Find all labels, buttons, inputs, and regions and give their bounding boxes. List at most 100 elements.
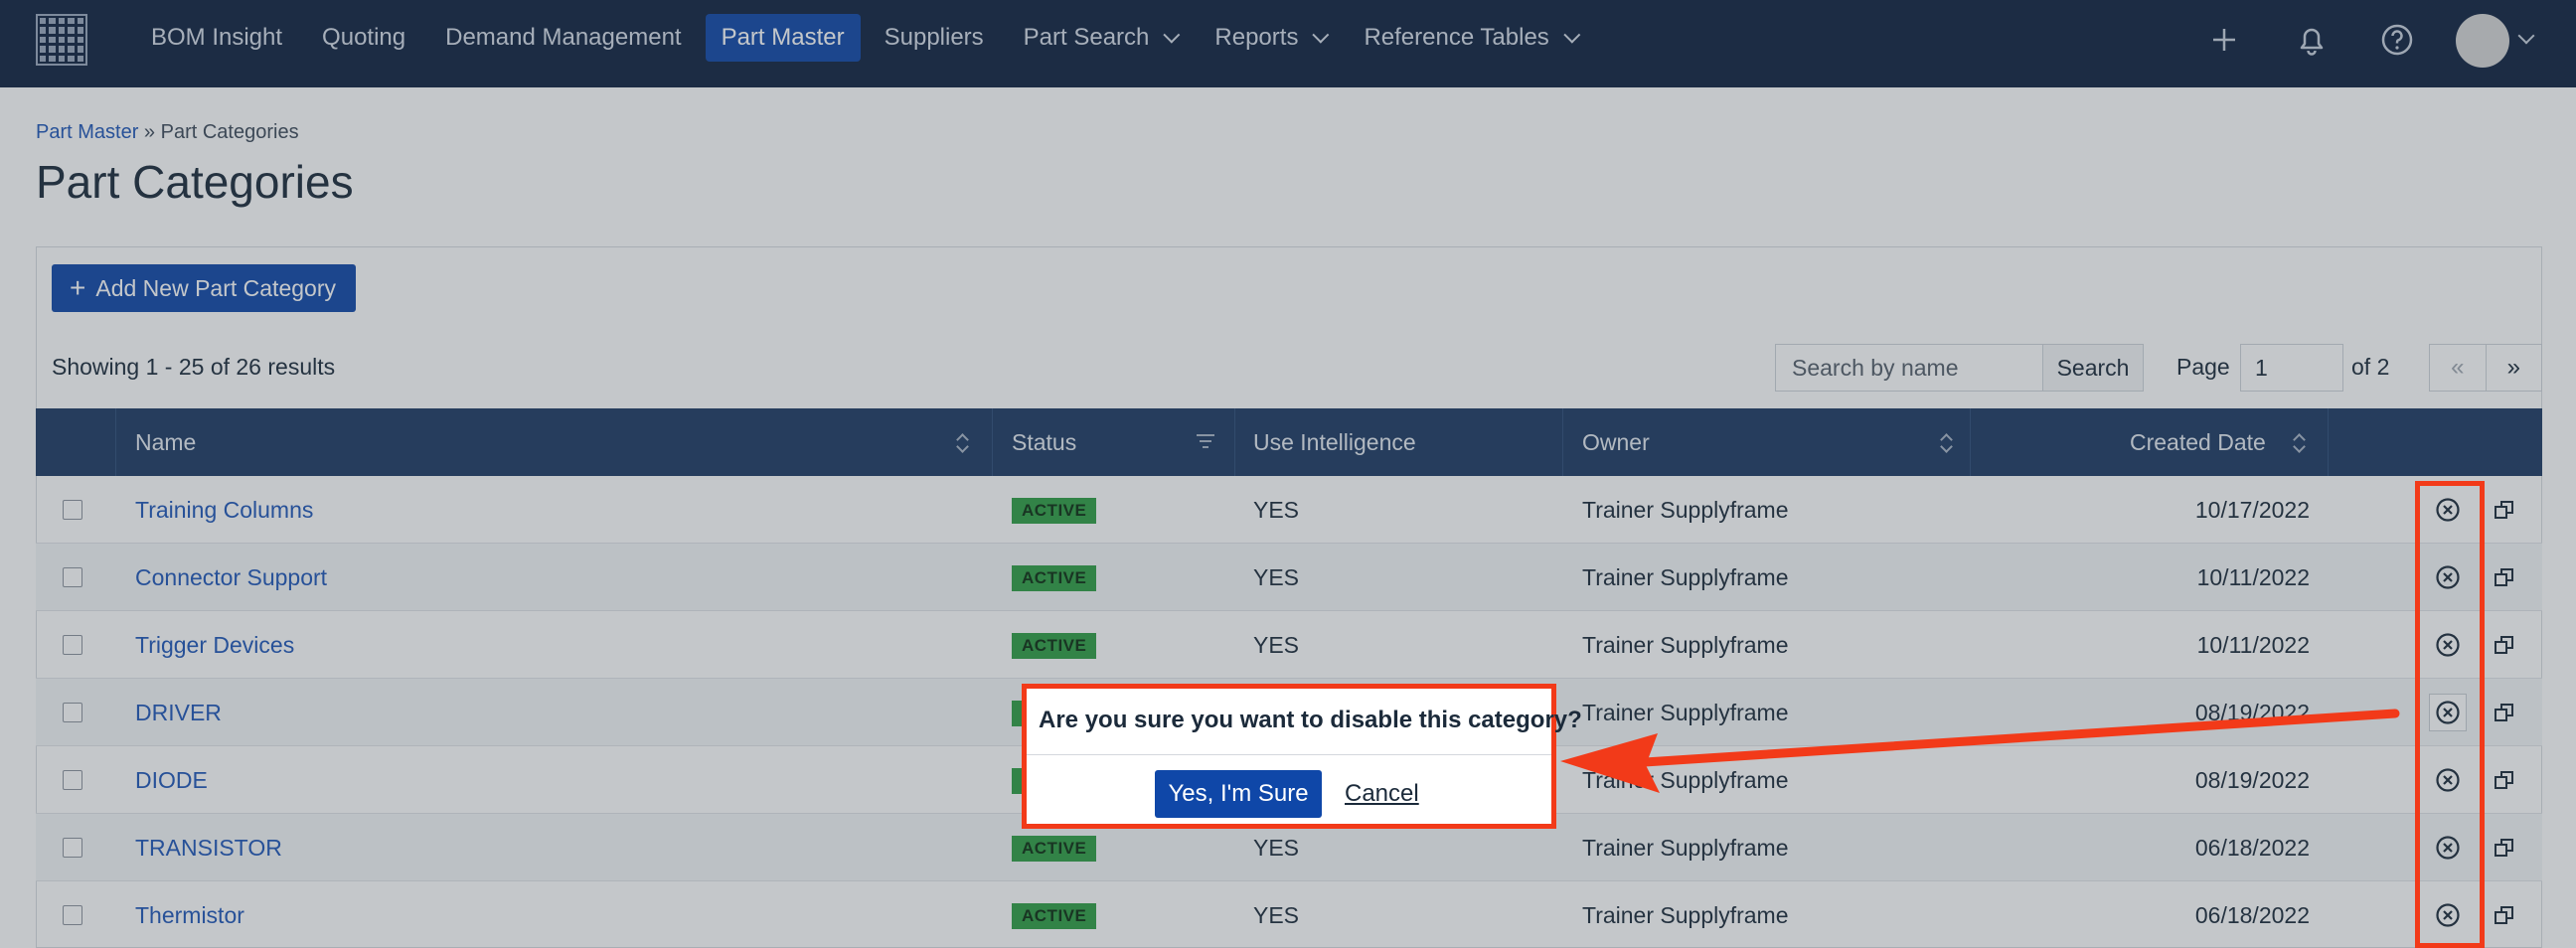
duplicate-icon[interactable] [2486,694,2523,731]
category-name-link[interactable]: TRANSISTOR [135,814,282,881]
status-badge: ACTIVE [1012,498,1097,524]
created-date-value: 10/11/2022 [2196,632,2310,658]
row-checkbox[interactable] [63,635,82,655]
row-checkbox[interactable] [63,567,82,587]
nav-item-label: BOM Insight [151,24,283,51]
avatar[interactable] [2456,14,2509,68]
column-header-status[interactable]: Status [1012,408,1076,476]
breadcrumb: Part Master » Part Categories [36,121,299,144]
nav-item-quoting[interactable]: Quoting [306,14,421,62]
column-divider [115,408,116,476]
use-intelligence-value: YES [1253,632,1300,658]
status-badge: ACTIVE [1012,903,1097,929]
nav-item-part-master[interactable]: Part Master [705,14,861,62]
owner-value: Trainer Supplyframe [1582,564,1789,590]
table-row: Training Columns ACTIVE YES Trainer Supplyf… [36,476,2542,544]
created-date-value: 06/18/2022 [2194,835,2310,861]
nav-item-bom-insight[interactable]: BOM Insight [135,14,298,62]
table-header: Name Status Use Intelligence Owner Creat… [36,408,2542,476]
nav-item-reports[interactable]: Reports [1199,14,1340,62]
confirm-dialog-question: Are you sure you want to disable this ca… [1039,707,1582,733]
nav-item-label: Part Master [721,24,845,51]
category-name-link[interactable]: DIODE [135,746,208,814]
duplicate-icon[interactable] [2486,761,2523,799]
use-intelligence-value: YES [1253,564,1300,590]
grid-logo-icon[interactable] [36,14,87,66]
nav-item-part-search[interactable]: Part Search [1008,14,1192,62]
duplicate-icon[interactable] [2486,626,2523,664]
nav-item-label: Quoting [322,24,406,51]
status-badge: ACTIVE [1012,633,1097,659]
category-name-link[interactable]: Connector Support [135,544,327,611]
table-row: Thermistor ACTIVE YES Trainer Supplyframe 06… [36,881,2542,948]
category-name-link[interactable]: Training Columns [135,476,313,544]
row-checkbox[interactable] [63,703,82,722]
chevron-down-icon [1163,26,1181,44]
nav-item-label: Reports [1214,24,1299,51]
breadcrumb-separator: » [143,121,156,143]
divider [1027,754,1551,755]
row-checkbox[interactable] [63,905,82,925]
nav-item-suppliers[interactable]: Suppliers [869,14,1000,62]
nav-item-label: Part Search [1023,24,1150,51]
column-divider [1234,408,1235,476]
plus-icon[interactable] [2204,20,2244,60]
row-checkbox[interactable] [63,500,82,520]
prev-page-button[interactable]: « [2430,345,2487,391]
cancel-link[interactable]: Cancel [1345,780,1419,808]
sort-icon[interactable] [2294,434,2306,452]
breadcrumb-part-master-link[interactable]: Part Master [36,121,138,143]
add-part-category-label: Add New Part Category [95,274,336,301]
duplicate-icon[interactable] [2486,491,2523,529]
nav-item-demand-management[interactable]: Demand Management [429,14,697,62]
owner-value: Trainer Supplyframe [1582,497,1789,523]
column-header-owner[interactable]: Owner [1582,408,1650,476]
search-group: Search [1775,344,2144,392]
bell-icon[interactable] [2292,20,2332,60]
column-header-use-intelligence[interactable]: Use Intelligence [1253,408,1416,476]
owner-value: Trainer Supplyframe [1582,902,1789,928]
chevron-down-icon [1563,26,1581,44]
pager: « » [2429,344,2542,392]
column-divider [1970,408,1971,476]
column-divider [2328,408,2329,476]
category-name-link[interactable]: Trigger Devices [135,611,294,679]
sort-icon[interactable] [1941,434,1953,452]
page-number-input[interactable] [2240,344,2343,392]
duplicate-icon[interactable] [2486,558,2523,596]
nav-item-reference-tables[interactable]: Reference Tables [1348,14,1590,62]
category-name-link[interactable]: DRIVER [135,679,222,746]
status-badge: ACTIVE [1012,836,1097,862]
top-nav: BOM Insight Quoting Demand Management Pa… [0,0,2576,87]
chevron-down-icon[interactable] [2517,27,2535,45]
duplicate-icon[interactable] [2486,829,2523,867]
column-divider [1562,408,1563,476]
next-page-button[interactable]: » [2487,345,2542,391]
search-input[interactable] [1776,345,2042,391]
created-date-value: 10/17/2022 [2194,497,2310,523]
filter-icon[interactable] [1197,434,1214,450]
created-date-value: 10/11/2022 [2196,564,2310,590]
add-part-category-button[interactable]: + Add New Part Category [52,264,356,312]
search-button[interactable]: Search [2042,345,2143,391]
use-intelligence-value: YES [1253,902,1300,928]
category-name-link[interactable]: Thermistor [135,881,244,948]
help-icon[interactable] [2377,20,2417,60]
confirm-yes-button[interactable]: Yes, I'm Sure [1155,770,1322,818]
arrow-annotation-icon [1560,709,2400,793]
created-date-value: 06/18/2022 [2194,902,2310,928]
page-title: Part Categories [36,156,354,208]
nav-menu: BOM Insight Quoting Demand Management Pa… [135,14,1599,62]
confirm-dialog: Are you sure you want to disable this ca… [1022,684,1582,829]
column-header-name[interactable]: Name [135,408,196,476]
chevron-down-icon [1312,26,1330,44]
column-divider [992,408,993,476]
sort-icon[interactable] [957,434,969,452]
duplicate-icon[interactable] [2486,896,2523,934]
row-checkbox[interactable] [63,770,82,790]
owner-value: Trainer Supplyframe [1582,835,1789,861]
column-header-created-date[interactable]: Created Date [2130,408,2266,476]
page-total: of 2 [2351,354,2390,380]
breadcrumb-current: Part Categories [160,121,299,143]
row-checkbox[interactable] [63,838,82,858]
